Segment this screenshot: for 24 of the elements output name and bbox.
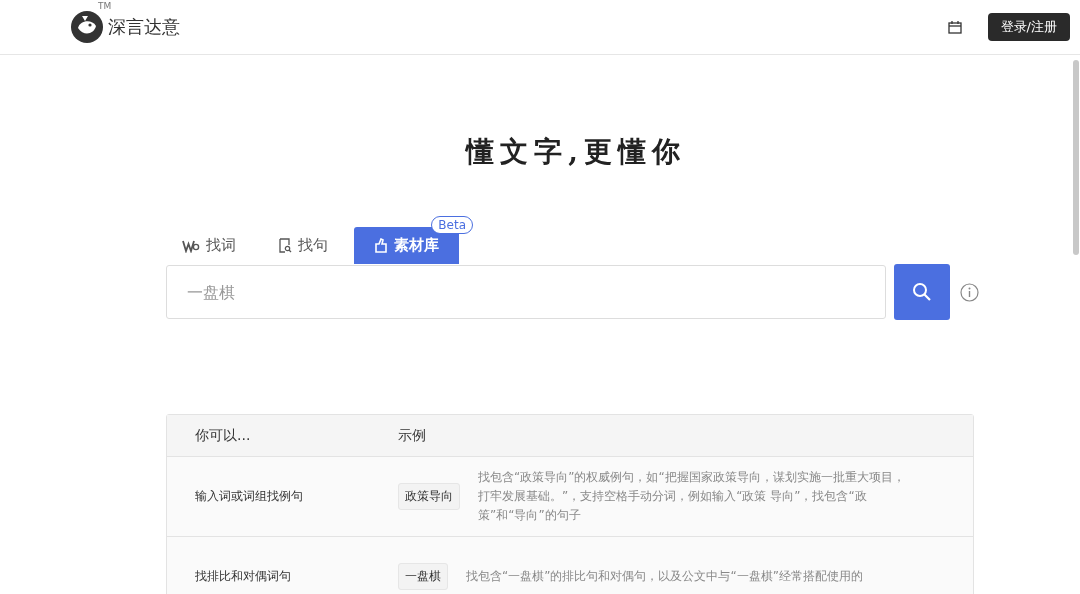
logo-icon <box>70 10 104 44</box>
calendar-icon[interactable] <box>947 20 962 34</box>
search-field[interactable]: 一盘棋 <box>166 265 886 319</box>
table-cell-text: 输入词或词组找例句 <box>194 488 304 505</box>
table-cell-text: 找排比和对偶词句 <box>194 568 292 585</box>
search-tab[interactable]: 找词 <box>166 227 252 264</box>
search-button[interactable] <box>894 264 950 320</box>
login-button[interactable]: 登录/注册 <box>987 13 1070 41</box>
brand-name[interactable]: 深言达意 <box>108 15 180 39</box>
scrollbar[interactable] <box>1073 60 1079 255</box>
example-chip[interactable]: 一盘棋 <box>398 563 448 590</box>
example-description: 找包含“一盘棋”的排比句和对偶句，以及公文中与“一盘棋”经常搭配使用的 <box>466 568 864 585</box>
example-description: 找包含“政策导向”的权威例句，如“把握国家政策导向，谋划实施一批重大项目，打牢发展基础。”，支持空格手动分词，例如输入“政策 导向”，找包含“政策”和“导向”的句子 <box>478 469 906 524</box>
hero-title: 懂文字,更懂你 <box>464 134 687 170</box>
example-chip[interactable]: 政策导向 <box>398 483 460 510</box>
trademark: TM <box>98 1 112 11</box>
column-header: 示例 <box>398 426 426 445</box>
search-icon <box>912 282 932 302</box>
document-search-icon <box>278 238 292 253</box>
beta-badge: Beta <box>431 216 473 234</box>
info-icon[interactable] <box>960 282 979 302</box>
column-header: 你可以... <box>194 426 252 445</box>
search-tab[interactable]: 找句 <box>262 227 344 264</box>
word-icon <box>182 238 200 253</box>
